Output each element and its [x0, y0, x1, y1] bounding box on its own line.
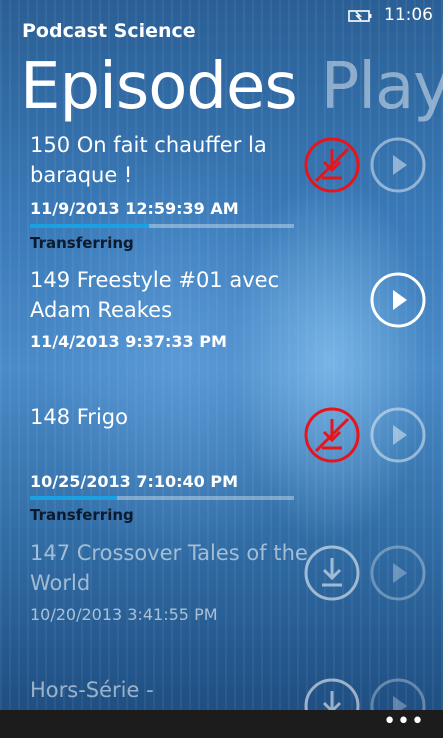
more-options-button[interactable]: •••	[383, 711, 425, 733]
play-icon[interactable]	[370, 407, 426, 463]
episode-date: 10/25/2013 7:10:40 PM	[30, 472, 238, 491]
episode-title: 149 Freestyle #01 avec Adam Reakes	[30, 268, 280, 322]
download-progress-bar	[30, 496, 294, 500]
app-bar: •••	[0, 710, 443, 738]
play-icon[interactable]	[370, 272, 426, 328]
play-icon[interactable]	[370, 137, 426, 193]
app-title: Podcast Science	[22, 20, 196, 42]
pivot-item-playlist[interactable]: Playlis	[321, 50, 443, 124]
episode-item-149[interactable]: 149 Freestyle #01 avec Adam Reakes 11/4/2…	[30, 265, 310, 351]
episode-title: 148 Frigo	[30, 405, 128, 429]
episode-status: Transferring	[30, 506, 134, 524]
episode-date: 10/20/2013 3:41:55 PM	[30, 605, 218, 624]
play-icon[interactable]	[370, 545, 426, 601]
battery-charging-icon	[348, 10, 372, 22]
episode-date: 11/4/2013 9:37:33 PM	[30, 332, 227, 351]
cancel-download-icon[interactable]	[304, 407, 360, 463]
episode-item-148[interactable]: 148 Frigo 10/25/2013 7:10:40 PM	[30, 402, 310, 491]
pivot-header: Episodes Playlis	[20, 50, 443, 124]
episode-item-150[interactable]: 150 On fait chauffer la baraque ! 11/9/20…	[30, 130, 310, 218]
pivot-item-episodes[interactable]: Episodes	[20, 50, 298, 124]
episode-status: Transferring	[30, 234, 134, 252]
episode-item-147[interactable]: 147 Crossover Tales of the World 10/20/20…	[30, 538, 310, 624]
download-progress-bar	[30, 224, 294, 228]
episode-date: 11/9/2013 12:59:39 AM	[30, 199, 239, 218]
episode-title: Hors-Série -	[30, 678, 154, 702]
download-icon[interactable]	[304, 545, 360, 601]
clock: 11:06	[384, 5, 433, 25]
episode-title: 147 Crossover Tales of the World	[30, 541, 308, 595]
cancel-download-icon[interactable]	[304, 137, 360, 193]
episode-item-hors-serie[interactable]: Hors-Série -	[30, 675, 310, 705]
episode-title: 150 On fait chauffer la baraque !	[30, 133, 267, 187]
